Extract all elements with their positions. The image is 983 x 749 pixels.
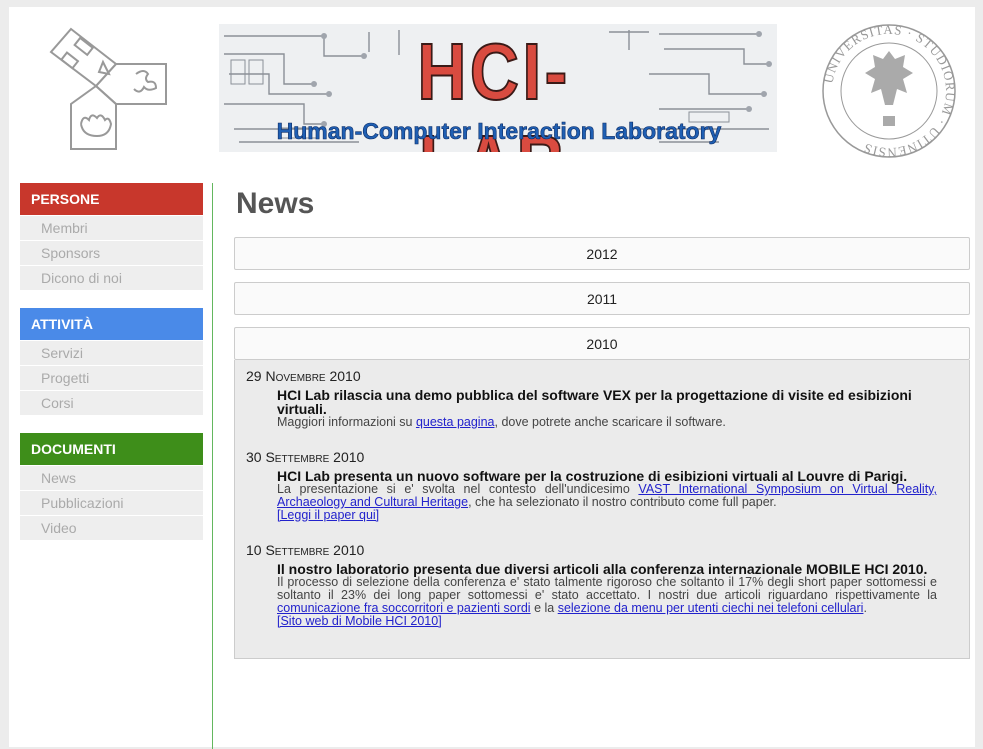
news-link[interactable]: comunicazione fra soccorritori e pazient… xyxy=(277,601,531,615)
menu-documenti: DOCUMENTI News Pubblicazioni Video xyxy=(20,433,203,540)
year-tab-2011[interactable]: 2011 xyxy=(234,282,970,315)
news-headline: Il nostro laboratorio presenta due diver… xyxy=(277,561,928,577)
menu-header-documenti[interactable]: DOCUMENTI xyxy=(20,433,203,465)
news-date: 29 Novembre 2010 xyxy=(246,368,969,384)
news-date-day: 10 xyxy=(246,542,262,558)
main-content: News 2012 2011 2010 29 Novembre 2010 HCI… xyxy=(234,183,970,659)
news-body-text: Il processo di selezione della conferenz… xyxy=(277,575,937,602)
sidebar-divider xyxy=(212,183,213,749)
hci-hands-logo-icon xyxy=(49,27,167,150)
news-body-text: , dove potrete anche scaricare il softwa… xyxy=(494,415,726,429)
news-headline: HCI Lab rilascia una demo pubblica del s… xyxy=(277,387,912,417)
news-date: 30 Settembre 2010 xyxy=(246,449,969,465)
news-item: 29 Novembre 2010 HCI Lab rilascia una de… xyxy=(246,368,969,429)
sidebar-item-dicono-di-noi[interactable]: Dicono di noi xyxy=(20,265,203,290)
news-body-text: e la xyxy=(530,601,558,615)
sidebar: PERSONE Membri Sponsors Dicono di noi AT… xyxy=(20,183,203,558)
news-body: La presentazione si e' svolta nel contes… xyxy=(277,483,937,522)
news-date-month: Settembre xyxy=(265,542,330,558)
news-date-year: 2010 xyxy=(333,449,365,465)
news-body-text: La presentazione si e' svolta nel contes… xyxy=(277,482,639,496)
news-date: 10 Settembre 2010 xyxy=(246,542,969,558)
news-headline: HCI Lab presenta un nuovo software per l… xyxy=(277,468,908,484)
news-body: Maggiori informazioni su questa pagina, … xyxy=(277,416,937,429)
sidebar-item-progetti[interactable]: Progetti xyxy=(20,365,203,390)
news-body-text: . xyxy=(863,601,867,615)
menu-header-attivita[interactable]: ATTIVITÀ xyxy=(20,308,203,340)
sidebar-item-news[interactable]: News xyxy=(20,465,203,490)
news-date-day: 29 xyxy=(246,368,262,384)
year-tab-2010[interactable]: 2010 xyxy=(234,327,970,360)
news-date-day: 30 xyxy=(246,449,262,465)
university-seal-icon: UNIVERSITAS · STUDIORUM · UTINENSIS xyxy=(820,22,957,160)
page-title: News xyxy=(236,187,315,220)
mobile-hci-website-link[interactable]: [Sito web di Mobile HCI 2010] xyxy=(277,614,442,628)
news-item: 30 Settembre 2010 HCI Lab presenta un nu… xyxy=(246,449,969,522)
news-link[interactable]: questa pagina xyxy=(416,415,495,429)
sidebar-item-sponsors[interactable]: Sponsors xyxy=(20,240,203,265)
hci-lab-banner: HCI-LAB Human-Computer Interaction Labor… xyxy=(219,24,777,152)
news-date-month: Novembre xyxy=(265,368,326,384)
news-item: 10 Settembre 2010 Il nostro laboratorio … xyxy=(246,542,969,628)
sidebar-item-membri[interactable]: Membri xyxy=(20,215,203,240)
news-body: Il processo di selezione della conferenz… xyxy=(277,576,937,628)
news-body-text: , che ha selezionato il nostro contribut… xyxy=(468,495,777,509)
sidebar-item-servizi[interactable]: Servizi xyxy=(20,340,203,365)
menu-header-persone[interactable]: PERSONE xyxy=(20,183,203,215)
news-date-year: 2010 xyxy=(329,368,361,384)
news-link[interactable]: selezione da menu per utenti ciechi nei … xyxy=(558,601,864,615)
year-tab-2012[interactable]: 2012 xyxy=(234,237,970,270)
menu-attivita: ATTIVITÀ Servizi Progetti Corsi xyxy=(20,308,203,415)
page: HCI-LAB Human-Computer Interaction Labor… xyxy=(9,7,975,749)
read-paper-link[interactable]: [Leggi il paper qui] xyxy=(277,508,379,522)
news-body-text: Maggiori informazioni su xyxy=(277,415,416,429)
sidebar-item-pubblicazioni[interactable]: Pubblicazioni xyxy=(20,490,203,515)
menu-persone: PERSONE Membri Sponsors Dicono di noi xyxy=(20,183,203,290)
sidebar-item-video[interactable]: Video xyxy=(20,515,203,540)
sidebar-item-corsi[interactable]: Corsi xyxy=(20,390,203,415)
news-date-year: 2010 xyxy=(333,542,365,558)
news-panel-2010: 29 Novembre 2010 HCI Lab rilascia una de… xyxy=(234,360,970,659)
banner-subtitle: Human-Computer Interaction Laboratory xyxy=(276,118,722,145)
news-date-month: Settembre xyxy=(265,449,330,465)
